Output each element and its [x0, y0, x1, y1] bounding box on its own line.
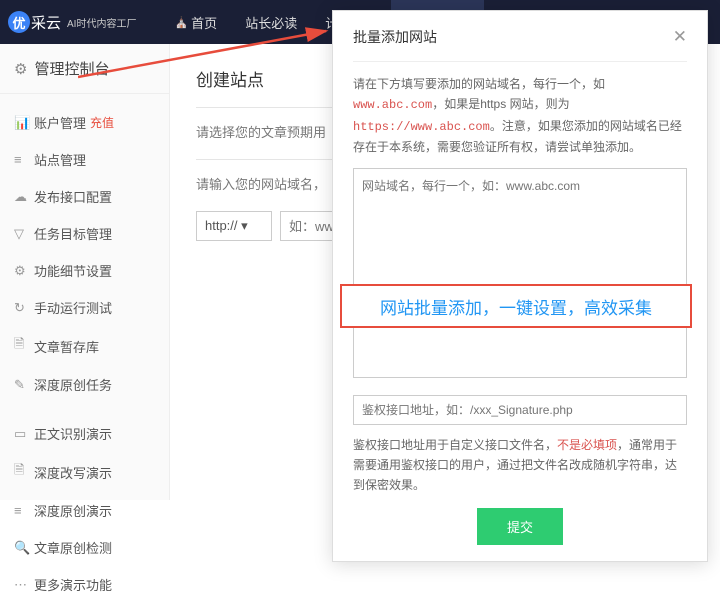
nav-item-1[interactable]: 站长必读 — [231, 0, 311, 44]
sidebar-label: 发布接口配置 — [34, 187, 112, 206]
sidebar-title: ⚙ 管理控制台 — [0, 44, 169, 94]
chevron-down-icon: ▾ — [241, 218, 248, 233]
sidebar-label: 文章原创检测 — [34, 538, 112, 557]
sidebar-title-text: 管理控制台 — [34, 58, 109, 79]
sidebar-icon: ✎ — [14, 377, 34, 393]
sidebar-item-9[interactable]: 🗎深度改写演示 — [0, 452, 169, 492]
sidebar-item-1[interactable]: ≡站点管理 — [0, 141, 169, 178]
sidebar-icon: ↻ — [14, 300, 34, 316]
sidebar-list: 📊账户管理充值≡站点管理☁发布接口配置▽任务目标管理⚙功能细节设置↻手动运行测试… — [0, 94, 169, 613]
protocol-select[interactable]: http:// ▾ — [196, 211, 272, 241]
recharge-badge[interactable]: 充值 — [90, 114, 114, 131]
auth-description: 鉴权接口地址用于自定义接口文件名，不是必填项，通常用于需要通用鉴权接口的用户，通… — [353, 435, 687, 496]
sidebar-item-7[interactable]: ✎深度原创任务 — [0, 366, 169, 403]
sidebar-label: 功能细节设置 — [34, 261, 112, 280]
sidebar-item-6[interactable]: 🗎文章暂存库 — [0, 326, 169, 366]
sidebar-item-5[interactable]: ↻手动运行测试 — [0, 289, 169, 326]
sidebar-item-12[interactable]: ⋯更多演示功能 — [0, 566, 169, 603]
gear-icon: ⚙ — [14, 60, 27, 78]
sidebar-icon: ≡ — [14, 503, 34, 518]
close-icon[interactable]: ✕ — [673, 27, 687, 47]
annotation-text: 网站批量添加，一键设置，高效采集 — [380, 294, 652, 319]
modal-title: 批量添加网站 — [353, 27, 437, 47]
sidebar-item-11[interactable]: 🔍文章原创检测 — [0, 529, 169, 566]
nav-item-0[interactable]: ⛪首页 — [160, 0, 231, 44]
annotation-callout: 网站批量添加，一键设置，高效采集 — [340, 284, 692, 328]
divider — [353, 61, 687, 62]
sidebar-label: 站点管理 — [34, 150, 86, 169]
sidebar-label: 手动运行测试 — [34, 298, 112, 317]
logo-badge: 优 — [8, 11, 30, 33]
sidebar-item-2[interactable]: ☁发布接口配置 — [0, 178, 169, 215]
submit-button[interactable]: 提交 — [477, 508, 563, 545]
sidebar-item-4[interactable]: ⚙功能细节设置 — [0, 252, 169, 289]
sidebar-icon: 🗎 — [14, 461, 34, 483]
sidebar-label: 正文识别演示 — [34, 424, 112, 443]
sidebar-icon: ≡ — [14, 152, 34, 167]
sidebar-label: 账户管理 — [34, 113, 86, 132]
sidebar-item-10[interactable]: ≡深度原创演示 — [0, 492, 169, 529]
sidebar-icon: ⋯ — [14, 577, 34, 593]
sidebar-icon: ☁ — [14, 189, 34, 205]
auth-url-input[interactable] — [353, 395, 687, 425]
sidebar-label: 深度改写演示 — [34, 463, 112, 482]
sidebar-icon: 🔍 — [14, 540, 34, 556]
sidebar-label: 任务目标管理 — [34, 224, 112, 243]
sidebar-label: 深度原创演示 — [34, 501, 112, 520]
sidebar: ⚙ 管理控制台 📊账户管理充值≡站点管理☁发布接口配置▽任务目标管理⚙功能细节设… — [0, 44, 170, 500]
example-https: https://www.abc.com — [353, 120, 490, 134]
sidebar-icon: ▭ — [14, 426, 34, 442]
modal-description: 请在下方填写要添加的网站域名，每行一个，如 www.abc.com，如果是htt… — [353, 74, 687, 158]
sidebar-item-0[interactable]: 📊账户管理充值 — [0, 104, 169, 141]
domains-textarea[interactable] — [353, 168, 687, 378]
example-domain: www.abc.com — [353, 98, 432, 112]
sidebar-label: 更多演示功能 — [34, 575, 112, 594]
sidebar-label: 文章暂存库 — [34, 337, 99, 356]
sidebar-icon: 📊 — [14, 115, 34, 131]
logo: 优 采云 AI时代内容工厂 — [0, 11, 144, 33]
sidebar-icon: ⚙ — [14, 263, 34, 279]
logo-sub: AI时代内容工厂 — [67, 15, 136, 30]
sidebar-label: 深度原创任务 — [34, 375, 112, 394]
sidebar-icon: 🗎 — [14, 335, 34, 357]
home-icon: ⛪ — [174, 16, 188, 29]
logo-name: 采云 — [31, 12, 61, 33]
sidebar-item-3[interactable]: ▽任务目标管理 — [0, 215, 169, 252]
sidebar-item-8[interactable]: ▭正文识别演示 — [0, 415, 169, 452]
sidebar-icon: ▽ — [14, 226, 34, 242]
